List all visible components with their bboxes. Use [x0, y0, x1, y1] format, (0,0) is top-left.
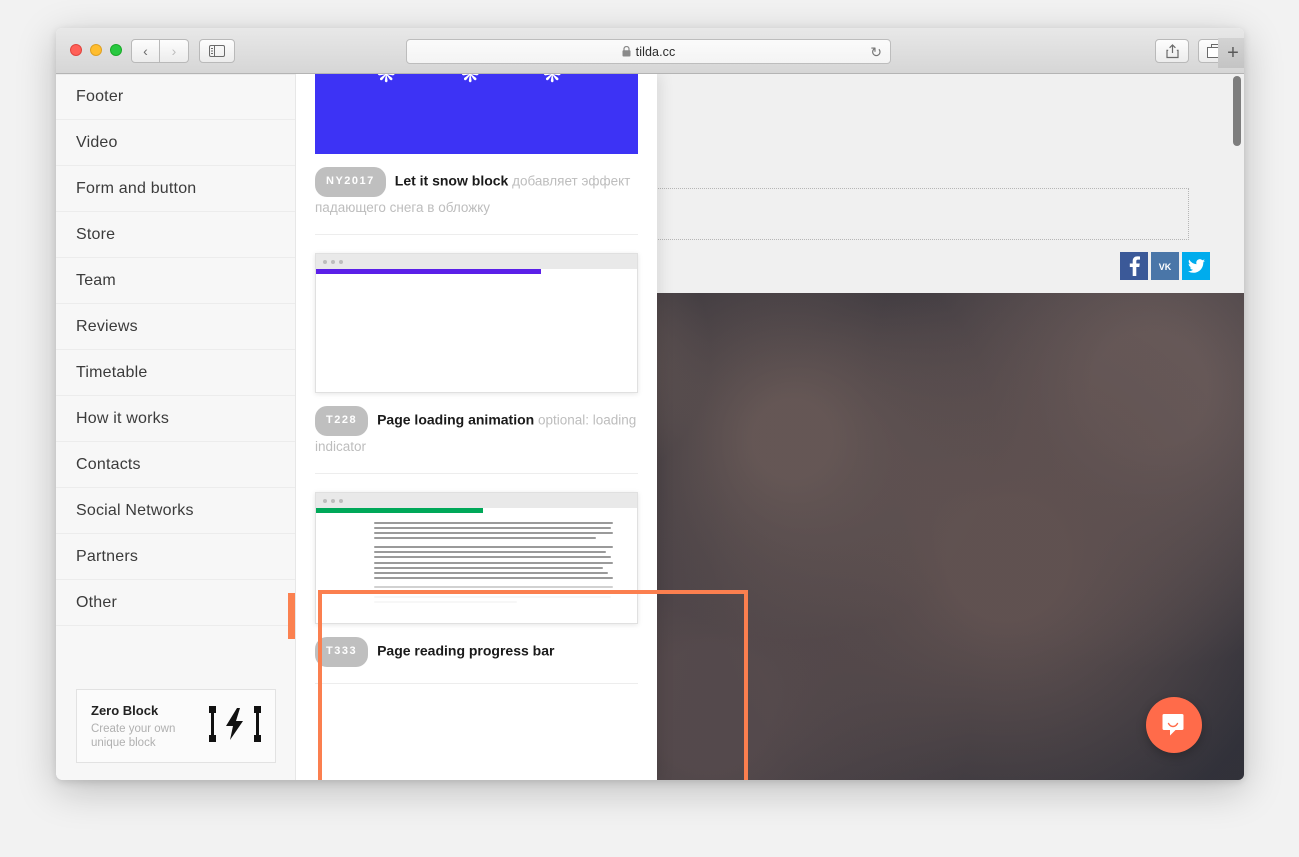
category-item-contacts[interactable]: Contacts	[56, 442, 295, 488]
category-label: Social Networks	[76, 501, 194, 519]
mini-dot	[331, 498, 335, 503]
address-bar[interactable]: tilda.cc ↻	[406, 39, 891, 64]
category-item-video[interactable]: Video	[56, 120, 295, 166]
maximize-window-button[interactable]	[110, 44, 122, 56]
category-item-other[interactable]: Other	[56, 580, 295, 626]
mini-window-titlebar	[316, 493, 637, 508]
window-controls	[70, 44, 122, 56]
close-window-button[interactable]	[70, 44, 82, 56]
browser-titlebar: ‹ › tilda.cc ↻ +	[56, 28, 1244, 74]
new-tab-button[interactable]: +	[1218, 38, 1244, 68]
zero-block-title: Zero Block	[91, 702, 159, 718]
twitter-icon[interactable]	[1182, 252, 1210, 280]
mini-dot	[323, 498, 327, 503]
lightning-bolt-icon	[209, 705, 261, 747]
category-label: Video	[76, 133, 118, 151]
navigation-buttons: ‹ ›	[131, 39, 189, 63]
category-label: Store	[76, 225, 116, 243]
block-name: Page reading progress bar	[377, 642, 555, 659]
block-name: Page loading animation	[377, 411, 535, 428]
block-thumbnail-loading	[315, 253, 638, 393]
social-links-row: VK	[1120, 252, 1210, 280]
lock-icon	[622, 46, 631, 57]
category-label: How it works	[76, 409, 170, 427]
block-caption: T333 Page reading progress bar	[315, 624, 638, 683]
facebook-icon[interactable]	[1120, 252, 1148, 280]
divider	[315, 683, 638, 684]
category-item-timetable[interactable]: Timetable	[56, 350, 295, 396]
svg-text:VK: VK	[1159, 262, 1172, 272]
url-text: tilda.cc	[635, 44, 676, 59]
mini-dot	[339, 259, 343, 264]
block-card-t228[interactable]: T228 Page loading animation optional: loa…	[296, 235, 657, 473]
category-item-team[interactable]: Team	[56, 258, 295, 304]
article-paragraph	[374, 546, 613, 579]
category-label: Footer	[76, 88, 124, 105]
snowflake-icon: ❋	[461, 74, 480, 87]
category-label: Reviews	[76, 317, 138, 335]
sidebar-icon	[209, 45, 225, 57]
category-label: Timetable	[76, 363, 148, 381]
chat-bubble-icon	[1162, 714, 1184, 736]
vk-icon[interactable]: VK	[1151, 252, 1179, 280]
mini-dot	[331, 259, 335, 264]
zero-block-texts: Zero Block Create your own unique block	[91, 703, 203, 750]
minimize-window-button[interactable]	[90, 44, 102, 56]
mini-window-titlebar	[316, 254, 637, 269]
block-caption: NY2017 Let it snow block добавляет эффект…	[315, 154, 638, 234]
forward-button[interactable]: ›	[160, 39, 189, 63]
category-scrollbar-thumb[interactable]	[288, 593, 295, 639]
category-item-how-it-works[interactable]: How it works	[56, 396, 295, 442]
browser-window: ‹ › tilda.cc ↻ + VK Footer Video Form an…	[56, 28, 1244, 780]
block-badge: T228	[315, 406, 369, 436]
category-label: Contacts	[76, 455, 141, 473]
snowflake-icon: ❋	[543, 74, 562, 87]
block-thumbnail-snow: ❋ ❋ ❋	[315, 74, 638, 154]
category-item-reviews[interactable]: Reviews	[56, 304, 295, 350]
category-item-partners[interactable]: Partners	[56, 534, 295, 580]
mini-dot	[323, 259, 327, 264]
block-category-list: Footer Video Form and button Store Team …	[56, 74, 296, 780]
intercom-chat-button[interactable]	[1146, 697, 1202, 753]
block-list: ❋ ❋ ❋ NY2017 Let it snow block добавляет …	[296, 74, 657, 780]
block-card-t333[interactable]: T333 Page reading progress bar	[296, 474, 657, 683]
category-item-footer[interactable]: Footer	[56, 74, 295, 120]
sidebar-toggle-button[interactable]	[199, 39, 235, 63]
category-label: Other	[76, 593, 118, 611]
category-label: Partners	[76, 547, 139, 565]
share-button[interactable]	[1155, 39, 1189, 63]
category-item-social-networks[interactable]: Social Networks	[56, 488, 295, 534]
article-paragraph	[374, 522, 613, 540]
category-label: Team	[76, 271, 116, 289]
category-item-form-and-button[interactable]: Form and button	[56, 166, 295, 212]
back-button[interactable]: ‹	[131, 39, 160, 63]
reload-button[interactable]: ↻	[870, 45, 882, 59]
article-paragraph	[374, 585, 613, 604]
block-thumbnail-reading	[315, 492, 638, 624]
zero-block-description: Create your own unique block	[91, 722, 176, 749]
block-caption: T228 Page loading animation optional: loa…	[315, 393, 638, 473]
category-item-store[interactable]: Store	[56, 212, 295, 258]
zero-block-card[interactable]: Zero Block Create your own unique block	[76, 689, 276, 763]
block-name: Let it snow block	[394, 172, 509, 189]
mini-window-body	[316, 274, 637, 392]
block-card-ny2017[interactable]: ❋ ❋ ❋ NY2017 Let it snow block добавляет …	[296, 74, 657, 234]
snowflake-icon: ❋	[377, 74, 396, 87]
category-label: Form and button	[76, 179, 197, 197]
mini-dot	[339, 498, 343, 503]
page-scrollbar-thumb[interactable]	[1233, 76, 1241, 146]
block-badge: T333	[315, 637, 369, 667]
block-library-panel: Footer Video Form and button Store Team …	[56, 74, 657, 780]
share-icon	[1165, 43, 1179, 58]
browser-viewport: E R VK POP or the first t	[56, 74, 1244, 780]
block-badge: NY2017	[315, 167, 386, 197]
mini-article-body	[316, 513, 637, 623]
